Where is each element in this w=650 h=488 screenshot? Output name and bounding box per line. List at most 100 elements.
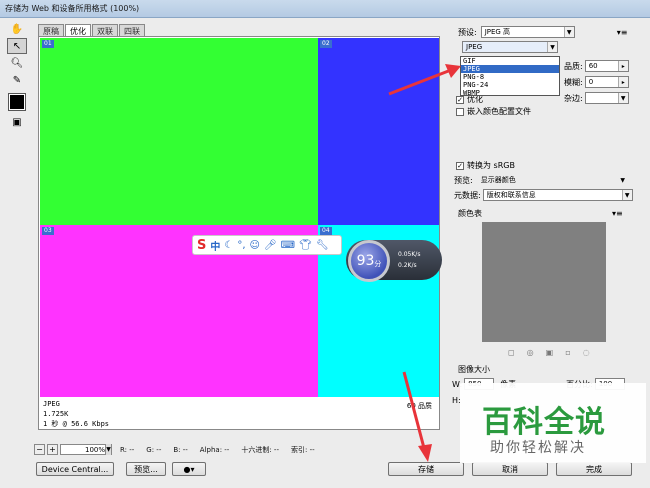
tools-icon[interactable]: 🔧︎	[316, 240, 329, 251]
tab-2up[interactable]: 双联	[92, 24, 118, 36]
ime-language[interactable]: 中	[210, 238, 220, 253]
score-unit: 分	[374, 259, 382, 268]
chevron-down-icon: ▼	[621, 190, 632, 200]
format-option-png24[interactable]: PNG-24	[461, 81, 559, 89]
format-option-png8[interactable]: PNG-8	[461, 73, 559, 81]
panel-menu-icon[interactable]: ▾≡	[617, 28, 628, 37]
microphone-icon[interactable]: 🎤︎	[264, 240, 277, 251]
web-shift-icon[interactable]: ◎	[527, 348, 534, 357]
tab-original[interactable]: 原稿	[38, 24, 64, 36]
preview-mode-row: 预览: 显示器颜色 ▼	[454, 174, 629, 186]
optimization-info: JPEG 1.725K 1 秒 @ 56.6 Kbps 60 品质	[40, 397, 438, 429]
image-size-header: 图像大小	[458, 364, 490, 375]
embed-profile-checkbox[interactable]	[456, 107, 464, 116]
device-central-button[interactable]: Device Central...	[36, 462, 114, 476]
quality-input[interactable]: 60 ▸	[584, 60, 629, 72]
preview-mode-value: 显示器颜色	[480, 176, 516, 184]
slice-tag: 02	[320, 40, 332, 48]
chevron-down-icon: ▼	[105, 444, 111, 455]
upload-rate: 0.05K/s	[398, 251, 421, 258]
info-download-time: 1 秒 @ 56.6 Kbps	[43, 420, 110, 428]
format-dropdown-list[interactable]: GIF JPEG PNG-8 PNG-24 WBMP	[460, 56, 560, 97]
punctuation-icon[interactable]: °,	[237, 240, 245, 251]
metadata-label: 元数据:	[454, 190, 481, 200]
chevron-down-icon: ▼	[547, 42, 557, 52]
blur-input[interactable]: 0 ▸	[584, 76, 629, 88]
map-color-icon[interactable]: ◻	[508, 348, 515, 357]
convert-srgb-checkbox[interactable]: ✓	[456, 161, 464, 170]
preset-label: 预设:	[458, 27, 477, 37]
zoom-value: 100%	[85, 445, 106, 454]
annotation-arrow-icon	[388, 64, 461, 96]
metadata-select[interactable]: 版权和联系信息 ▼	[482, 189, 633, 201]
info-format: JPEG	[43, 400, 60, 408]
eyedropper-color-swatch[interactable]	[8, 93, 26, 111]
browser-preview-button[interactable]: ●▾	[172, 462, 206, 476]
save-button[interactable]: 存储	[388, 462, 464, 476]
cancel-button[interactable]: 取消	[472, 462, 548, 476]
browser-icon: ●▾	[183, 464, 195, 474]
color-table[interactable]	[482, 222, 606, 342]
keyboard-icon[interactable]: ⌨	[281, 240, 295, 251]
done-button[interactable]: 完成	[556, 462, 632, 476]
readout-alpha: Alpha: --	[199, 445, 230, 454]
chevron-down-icon: ▼	[620, 176, 626, 184]
matte-select[interactable]: ▼	[584, 92, 629, 104]
format-option-wbmp[interactable]: WBMP	[461, 89, 559, 97]
moon-icon[interactable]: ☾	[224, 240, 233, 251]
preview-button[interactable]: 预览...	[126, 462, 166, 476]
toolbox: ✋ ↖ 🔍︎ ✎ ▣	[4, 20, 30, 131]
eyedropper-tool-icon[interactable]: ✎	[7, 72, 27, 88]
format-select[interactable]: JPEG ▼	[462, 41, 558, 53]
preview-mode-label: 预览:	[454, 175, 473, 185]
tab-optimized[interactable]: 优化	[65, 24, 91, 36]
chevron-right-icon: ▸	[617, 61, 628, 71]
image-size-label: 图像大小	[458, 365, 490, 374]
watermark-logo: 百科全说 助你轻松解决	[460, 383, 646, 463]
score-ball[interactable]: 93 分	[348, 240, 390, 282]
preset-value: JPEG 高	[484, 28, 511, 36]
preview-mode-select[interactable]: 显示器颜色 ▼	[477, 174, 629, 186]
format-option-gif[interactable]: GIF	[461, 57, 559, 65]
preset-select[interactable]: JPEG 高 ▼	[480, 26, 575, 38]
matte-label: 杂边:	[564, 93, 583, 103]
ime-toolbar[interactable]: S 中 ☾ °, ☺ 🎤︎ ⌨ 👕︎ 🔧︎	[192, 235, 342, 255]
action-bar: Device Central... 预览... ●▾ 存储 取消 完成	[36, 462, 646, 478]
color-table-menu-icon[interactable]: ▾≡	[612, 209, 623, 218]
network-speed-widget[interactable]: 93 分 0.05K/s 0.2K/s	[346, 240, 442, 282]
new-color-icon[interactable]: ▫	[565, 348, 570, 357]
annotation-arrow-icon	[402, 371, 432, 462]
tab-4up[interactable]: 四联	[119, 24, 145, 36]
sogou-logo-icon: S	[197, 237, 207, 253]
zoom-in-button[interactable]: +	[47, 444, 58, 455]
window-title: 存储为 Web 和设备所用格式 (100%)	[5, 4, 140, 13]
color-table-header: 颜色表 ▾≡	[458, 208, 623, 219]
readout-r: R: --	[120, 445, 135, 454]
emoji-icon[interactable]: ☺	[250, 240, 260, 251]
chevron-down-icon: ▼	[563, 27, 574, 37]
watermark-title: 百科全说	[482, 405, 606, 440]
zoom-tool-icon[interactable]: 🔍︎	[7, 55, 27, 71]
readout-b: B: --	[173, 445, 188, 454]
hand-tool-icon[interactable]: ✋	[7, 21, 27, 37]
toggle-slices-icon[interactable]: ▣	[7, 114, 27, 130]
readout-index: 索引: --	[290, 445, 315, 454]
color-table-label: 颜色表	[458, 209, 482, 218]
zoom-out-button[interactable]: −	[34, 444, 45, 455]
slice-01[interactable]: 01	[40, 38, 318, 225]
image-preview[interactable]: 01 02 03 04 JPEG 1.725K 1 秒 @ 56.6 Kbps …	[38, 36, 440, 430]
convert-srgb-label: 转换为 sRGB	[467, 161, 515, 170]
skin-icon[interactable]: 👕︎	[299, 240, 312, 251]
status-bar: − + 100% ▼ R: -- G: -- B: -- Alpha: -- 十…	[34, 443, 454, 456]
delete-color-icon[interactable]: ◌	[583, 348, 590, 357]
metadata-value: 版权和联系信息	[486, 191, 536, 199]
view-tabs: 原稿 优化 双联 四联	[38, 24, 146, 36]
zoom-level-select[interactable]: 100% ▼	[60, 444, 112, 455]
format-option-jpeg[interactable]: JPEG	[461, 65, 559, 73]
readout-g: G: --	[146, 445, 162, 454]
slice-select-tool-icon[interactable]: ↖	[7, 38, 27, 54]
lock-color-icon[interactable]: ▣	[546, 348, 554, 357]
format-row: JPEG ▼	[462, 41, 558, 53]
readout-hex: 十六进制: --	[241, 445, 279, 454]
blur-label: 模糊:	[564, 77, 583, 87]
